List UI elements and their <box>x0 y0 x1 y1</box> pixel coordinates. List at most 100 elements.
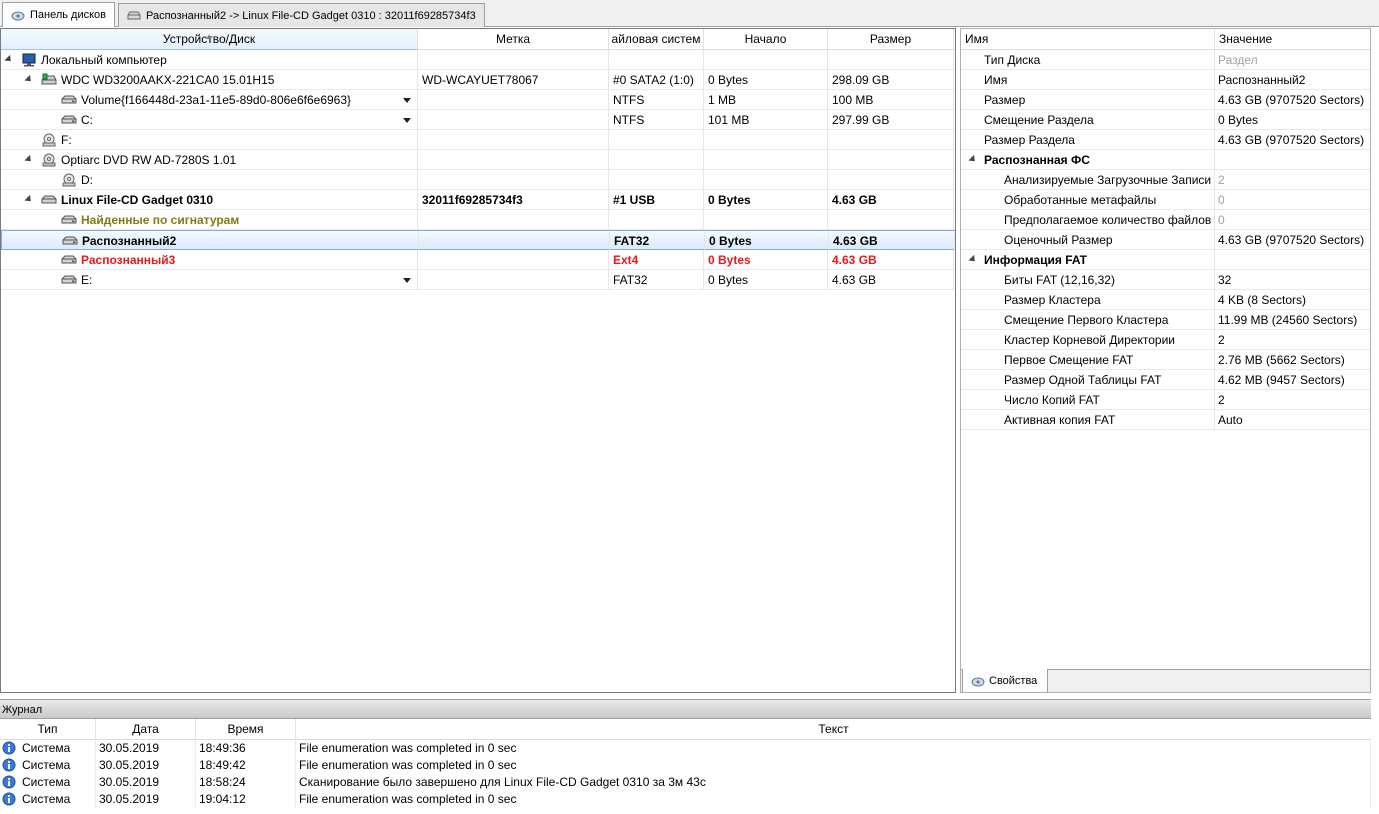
column-text[interactable]: Текст <box>296 719 1371 740</box>
disk-tree-row[interactable]: E: FAT32 0 Bytes 4.63 GB <box>1 270 955 290</box>
property-name: Оценочный Размер <box>961 230 1215 250</box>
property-name-text: Размер Кластера <box>1004 293 1101 307</box>
property-row[interactable]: Кластер Корневой Директории 2 <box>961 330 1370 350</box>
filesystem-cell: Ext4 <box>609 250 704 270</box>
properties-tab-bar: Свойства <box>961 669 1370 692</box>
column-label-header[interactable]: Метка <box>418 29 609 50</box>
column-value[interactable]: Значение <box>1215 29 1370 50</box>
tab-label: Панель дисков <box>30 9 107 21</box>
expand-toggle-icon[interactable] <box>24 194 34 205</box>
disk-tree-row[interactable]: C: NTFS 101 MB 297.99 GB <box>1 110 955 130</box>
label-cell <box>418 250 609 270</box>
property-group-row[interactable]: Информация FAT <box>961 250 1370 270</box>
property-row[interactable]: Первое Смещение FAT 2.76 MB (5662 Sectors… <box>961 350 1370 370</box>
column-name[interactable]: Имя <box>961 29 1215 50</box>
column-filesystem[interactable]: айловая систем <box>609 29 704 50</box>
property-row[interactable]: Размер Одной Таблицы FAT 4.62 MB (9457 Se… <box>961 370 1370 390</box>
property-row[interactable]: Имя Распознанный2 <box>961 70 1370 90</box>
disk-tree-row[interactable]: F: <box>1 130 955 150</box>
disk-tree-row[interactable]: Распознанный3 Ext4 0 Bytes 4.63 GB <box>1 250 955 270</box>
log-date-cell: 30.05.2019 <box>96 791 196 808</box>
property-name: Смещение Первого Кластера <box>961 310 1215 330</box>
property-row[interactable]: Обработанные метафайлы 0 <box>961 190 1370 210</box>
device-cell: E: <box>1 270 418 290</box>
property-group-row[interactable]: Распознанная ФС <box>961 150 1370 170</box>
disk-tree-row[interactable]: D: <box>1 170 955 190</box>
usb-drive-icon <box>41 195 57 204</box>
start-cell: 0 Bytes <box>705 231 829 251</box>
property-row[interactable]: Смещение Первого Кластера 11.99 MB (24560… <box>961 310 1370 330</box>
property-value: 4.63 GB (9707520 Sectors) <box>1218 93 1365 107</box>
property-name-text: Анализируемые Загрузочные Записи <box>1004 173 1212 187</box>
disk-tree-row[interactable]: Volume{f166448d-23a1-11e5-89d0-806e6f6e6… <box>1 90 955 110</box>
property-row[interactable]: Анализируемые Загрузочные Записи 2 <box>961 170 1370 190</box>
property-name-text: Обработанные метафайлы <box>1004 193 1157 207</box>
disk-tree-row[interactable]: WDC WD3200AAKX-221CA0 15.01H15 WD-WCAYUET… <box>1 70 955 90</box>
log-row[interactable]: Система 30.05.2019 19:04:12 File enumeratio… <box>0 791 1371 808</box>
device-cell: F: <box>1 130 418 150</box>
property-name-text: Первое Смещение FAT <box>1004 353 1134 367</box>
collapse-toggle-icon[interactable] <box>968 154 978 165</box>
device-name: WDC WD3200AAKX-221CA0 15.01H15 <box>61 73 275 87</box>
device-name: Optiarc DVD RW AD-7280S 1.01 <box>61 153 237 167</box>
disk-tree-row[interactable]: Локальный компьютер <box>1 50 955 70</box>
expand-toggle-icon[interactable] <box>24 154 34 165</box>
start-cell <box>704 50 828 70</box>
property-row[interactable]: Размер Кластера 4 KB (8 Sectors) <box>961 290 1370 310</box>
column-type[interactable]: Тип <box>0 719 96 740</box>
device-cell: Найденные по сигнатурам <box>1 210 418 230</box>
filesystem-cell: FAT32 <box>609 270 704 290</box>
log-row[interactable]: Система 30.05.2019 18:49:36 File enumeratio… <box>0 740 1371 757</box>
size-cell: 4.63 GB <box>829 231 955 251</box>
column-device[interactable]: ▲ Устройство/Диск <box>1 29 418 50</box>
disk-tree-row[interactable]: Найденные по сигнатурам <box>1 210 955 230</box>
dropdown-arrow-icon[interactable] <box>403 118 411 123</box>
column-time[interactable]: Время <box>196 719 296 740</box>
property-row[interactable]: Смещение Раздела 0 Bytes <box>961 110 1370 130</box>
tab-disk-panel[interactable]: Панель дисков <box>2 2 116 27</box>
collapse-toggle-icon[interactable] <box>968 254 978 265</box>
device-name: Volume{f166448d-23a1-11e5-89d0-806e6f6e6… <box>81 93 352 107</box>
expand-toggle-icon[interactable] <box>4 54 14 65</box>
info-icon <box>2 792 16 806</box>
tab-bar: Панель дисков Распознанный2 -> Linux Fil… <box>0 0 1379 27</box>
label-cell <box>418 90 609 110</box>
property-name: Активная копия FAT <box>961 410 1215 430</box>
optical-drive-icon <box>42 153 56 167</box>
disk-tree-row[interactable]: Linux File-CD Gadget 0310 32011f69285734f… <box>1 190 955 210</box>
dropdown-arrow-icon[interactable] <box>403 278 411 283</box>
property-name-text: Имя <box>984 73 1008 87</box>
property-row[interactable]: Число Копий FAT 2 <box>961 390 1370 410</box>
property-row[interactable]: Биты FAT (12,16,32) 32 <box>961 270 1370 290</box>
expand-toggle-icon[interactable] <box>24 74 34 85</box>
disk-tree-row[interactable]: Распознанный2 FAT32 0 Bytes 4.63 GB <box>1 230 955 251</box>
column-size[interactable]: Размер <box>828 29 954 50</box>
tab-partition-view[interactable]: Распознанный2 -> Linux File-CD Gadget 03… <box>118 3 485 27</box>
property-row[interactable]: Предполагаемое количество файлов 0 <box>961 210 1370 230</box>
label-cell <box>418 150 609 170</box>
column-start[interactable]: Начало <box>704 29 828 50</box>
dropdown-arrow-icon[interactable] <box>403 98 411 103</box>
start-cell: 101 MB <box>704 110 828 130</box>
property-row[interactable]: Размер Раздела 4.63 GB (9707520 Sectors) <box>961 130 1370 150</box>
property-row[interactable]: Оценочный Размер 4.63 GB (9707520 Sectors… <box>961 230 1370 250</box>
property-row[interactable]: Размер 4.63 GB (9707520 Sectors) <box>961 90 1370 110</box>
log-time-cell: 18:49:36 <box>196 740 296 757</box>
column-date[interactable]: Дата <box>96 719 196 740</box>
property-name-text: Активная копия FAT <box>1004 413 1116 427</box>
column-label: Дата <box>132 722 159 736</box>
size-cell <box>828 50 954 70</box>
label-cell: 32011f69285734f3 <box>418 190 609 210</box>
tab-properties[interactable]: Свойства <box>962 669 1049 692</box>
properties-header: Имя Значение <box>961 29 1370 50</box>
device-name: Распознанный3 <box>81 253 176 267</box>
disk-tree-row[interactable]: Optiarc DVD RW AD-7280S 1.01 <box>1 150 955 170</box>
property-value: 4.63 GB (9707520 Sectors) <box>1218 233 1365 247</box>
property-row[interactable]: Тип Диска Раздел <box>961 50 1370 70</box>
device-cell: Локальный компьютер <box>1 50 418 70</box>
log-row[interactable]: Система 30.05.2019 18:58:24 Сканирование бы… <box>0 774 1371 791</box>
property-row[interactable]: Активная копия FAT Auto <box>961 410 1370 430</box>
size-cell: 4.63 GB <box>828 250 954 270</box>
size-cell: 298.09 GB <box>828 70 954 90</box>
log-row[interactable]: Система 30.05.2019 18:49:42 File enumeratio… <box>0 757 1371 774</box>
